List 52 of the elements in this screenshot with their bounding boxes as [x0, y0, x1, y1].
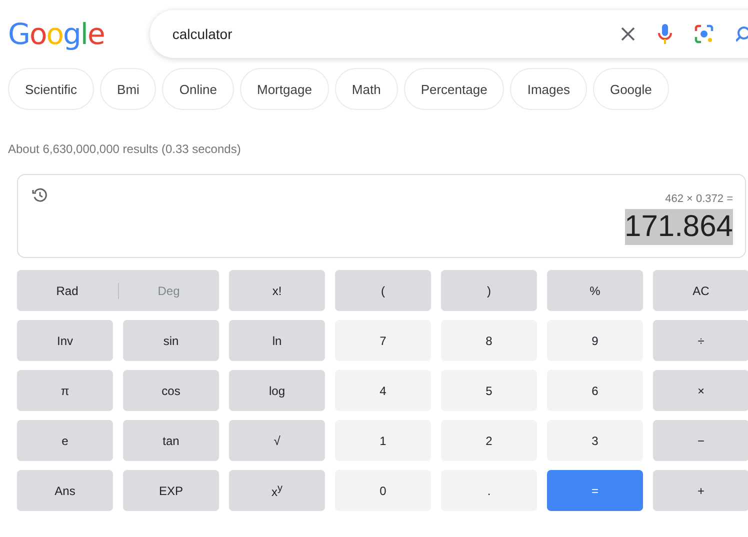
calculator-key[interactable]: 0: [335, 470, 431, 511]
calculator-key[interactable]: .: [441, 470, 537, 511]
calculator-key[interactable]: EXP: [123, 470, 219, 511]
filter-chip[interactable]: Online: [162, 68, 234, 110]
filter-chip[interactable]: Images: [510, 68, 587, 110]
calculator-key[interactable]: ): [441, 270, 537, 311]
calculator-key[interactable]: 5: [441, 370, 537, 411]
close-icon[interactable]: [620, 26, 636, 42]
expression: 462 × 0.372 =: [665, 193, 733, 205]
search-icon[interactable]: [736, 25, 748, 43]
calculator-key[interactable]: x$^{y}$: [229, 470, 325, 511]
calculator-key[interactable]: 4: [335, 370, 431, 411]
calculator-key[interactable]: 8: [441, 320, 537, 361]
calculator-key[interactable]: 1: [335, 420, 431, 461]
calculator-key[interactable]: −: [653, 420, 748, 461]
filter-chip[interactable]: Math: [334, 68, 398, 110]
calculator-key[interactable]: ×: [653, 370, 748, 411]
calculator-key[interactable]: %: [547, 270, 643, 311]
search-field[interactable]: calculator: [150, 10, 748, 58]
calculator-key[interactable]: +: [653, 470, 748, 511]
calculator-key[interactable]: 6: [547, 370, 643, 411]
calculator-key[interactable]: 3: [547, 420, 643, 461]
filter-chip[interactable]: Mortgage: [240, 68, 329, 110]
history-icon[interactable]: [32, 187, 48, 203]
filter-chip[interactable]: Google: [592, 68, 669, 110]
calculator-key[interactable]: π: [17, 370, 113, 411]
filter-chip[interactable]: Percentage: [404, 68, 504, 110]
calculator-key[interactable]: Ans: [17, 470, 113, 511]
calculator-key[interactable]: =: [547, 470, 643, 511]
calculator-key[interactable]: e: [17, 420, 113, 461]
calculator-key[interactable]: x!: [229, 270, 325, 311]
calculator-key[interactable]: √: [229, 420, 325, 461]
calculator-key[interactable]: (: [335, 270, 431, 311]
calculator-key[interactable]: log: [229, 370, 325, 411]
calculator-key[interactable]: AC: [653, 270, 748, 311]
calculator-key[interactable]: Inv: [17, 320, 113, 361]
camera-icon[interactable]: [694, 24, 714, 44]
calculator-key[interactable]: sin: [123, 320, 219, 361]
result-value: 171.864: [624, 209, 733, 245]
calculator-key[interactable]: cos: [123, 370, 219, 411]
calculator-key[interactable]: 2: [441, 420, 537, 461]
calculator-key[interactable]: 9: [547, 320, 643, 361]
logo[interactable]: Google: [8, 17, 104, 51]
filter-chip[interactable]: Bmi: [100, 68, 156, 110]
angle-option[interactable]: Rad: [17, 270, 118, 311]
calculator-key[interactable]: ln: [229, 320, 325, 361]
calculator-key[interactable]: ÷: [653, 320, 748, 361]
calculator-key[interactable]: tan: [123, 420, 219, 461]
result-stats: About 6,630,000,000 results (0.33 seconds): [7, 141, 242, 156]
filter-chip[interactable]: Scientific: [8, 68, 94, 110]
microphone-icon[interactable]: [658, 23, 672, 45]
calculator-key[interactable]: 7: [335, 320, 431, 361]
